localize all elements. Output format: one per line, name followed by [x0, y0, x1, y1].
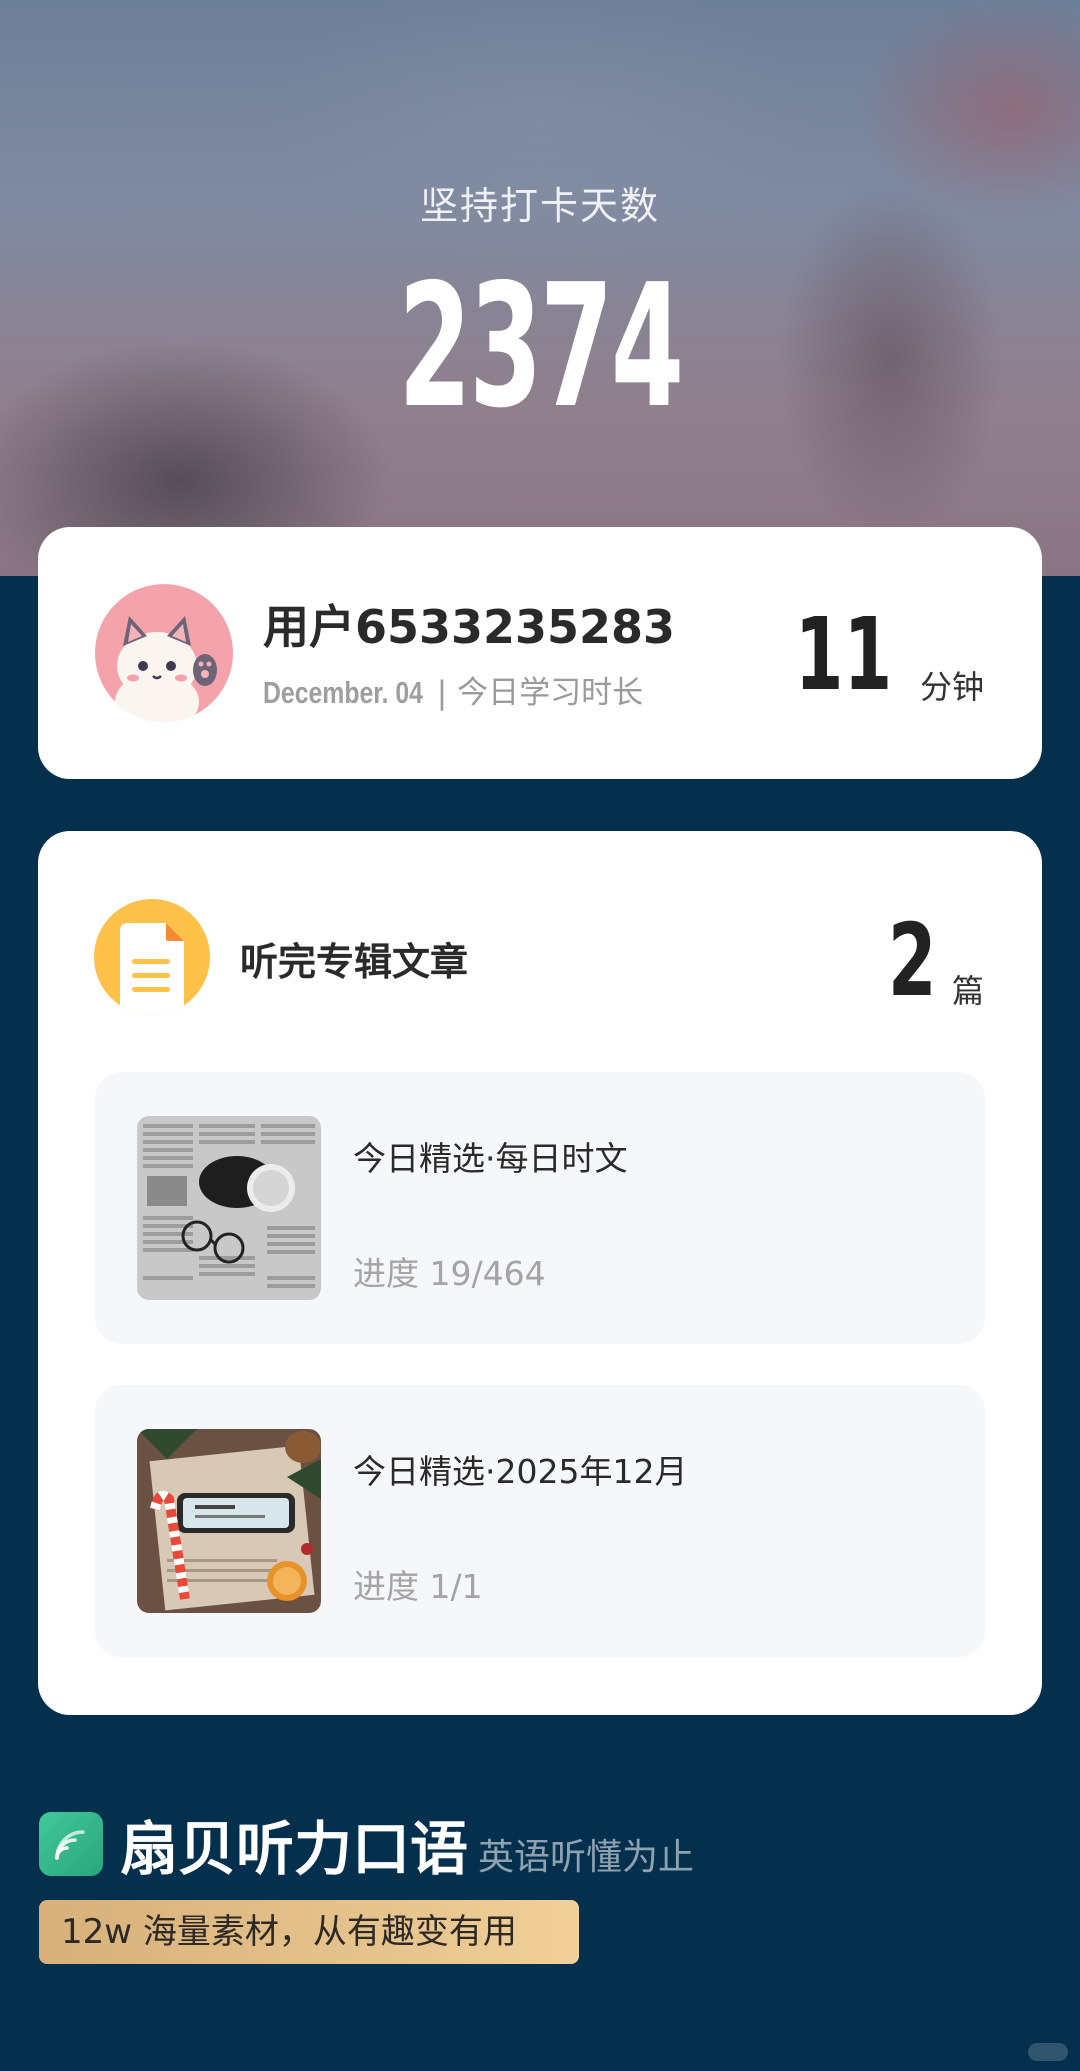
- articles-count-unit: 篇: [951, 972, 984, 1010]
- checkin-days-label: 坚持打卡天数: [419, 184, 660, 228]
- article-title: 今日精选·2025年12月: [353, 1452, 688, 1491]
- article-thumbnail: [137, 1429, 321, 1613]
- checkin-days-count: 2374: [398, 248, 684, 446]
- study-date-line: December. 04 | 今日学习时长: [263, 667, 643, 712]
- list-item[interactable]: 今日精选·2025年12月 进度 1/1: [95, 1385, 985, 1657]
- watermark-mark: [1028, 2043, 1068, 2061]
- study-minutes: 11: [794, 596, 892, 713]
- document-icon: [94, 899, 210, 1015]
- today-study-caption: 今日学习时长: [457, 675, 644, 711]
- avatar[interactable]: [95, 584, 233, 722]
- articles-card: 听完专辑文章 2 篇 今日精选·每日时文 进度 19/464 今日精选·2025…: [38, 831, 1042, 1715]
- cat-avatar-icon: [115, 616, 217, 722]
- newspaper-coffee-glasses-image: [137, 1116, 321, 1300]
- list-item[interactable]: 今日精选·每日时文 进度 19/464: [95, 1072, 985, 1344]
- sound-waves-icon: [39, 1812, 103, 1876]
- user-card: 用户6533235283 December. 04 | 今日学习时长 11 分钟: [38, 527, 1042, 779]
- brand-name: 扇贝听力口语: [120, 1815, 469, 1883]
- article-progress: 进度 1/1: [353, 1567, 483, 1606]
- hero-banner: 坚持打卡天数 2374: [0, 0, 1080, 576]
- articles-title: 听完专辑文章: [240, 940, 469, 984]
- december-phone-christmas-image: [137, 1429, 321, 1613]
- brand-tagline: 12w 海量素材，从有趣变有用: [39, 1900, 579, 1964]
- articles-count: 2: [888, 902, 937, 1019]
- article-title: 今日精选·每日时文: [353, 1139, 628, 1178]
- article-progress: 进度 19/464: [353, 1254, 546, 1293]
- article-thumbnail: [137, 1116, 321, 1300]
- study-date: December. 04: [263, 675, 423, 710]
- date-separator: |: [426, 675, 458, 711]
- study-minutes-unit: 分钟: [919, 668, 984, 706]
- user-name: 用户6533235283: [263, 600, 676, 654]
- brand-slogan: 英语听懂为止: [478, 1837, 695, 1878]
